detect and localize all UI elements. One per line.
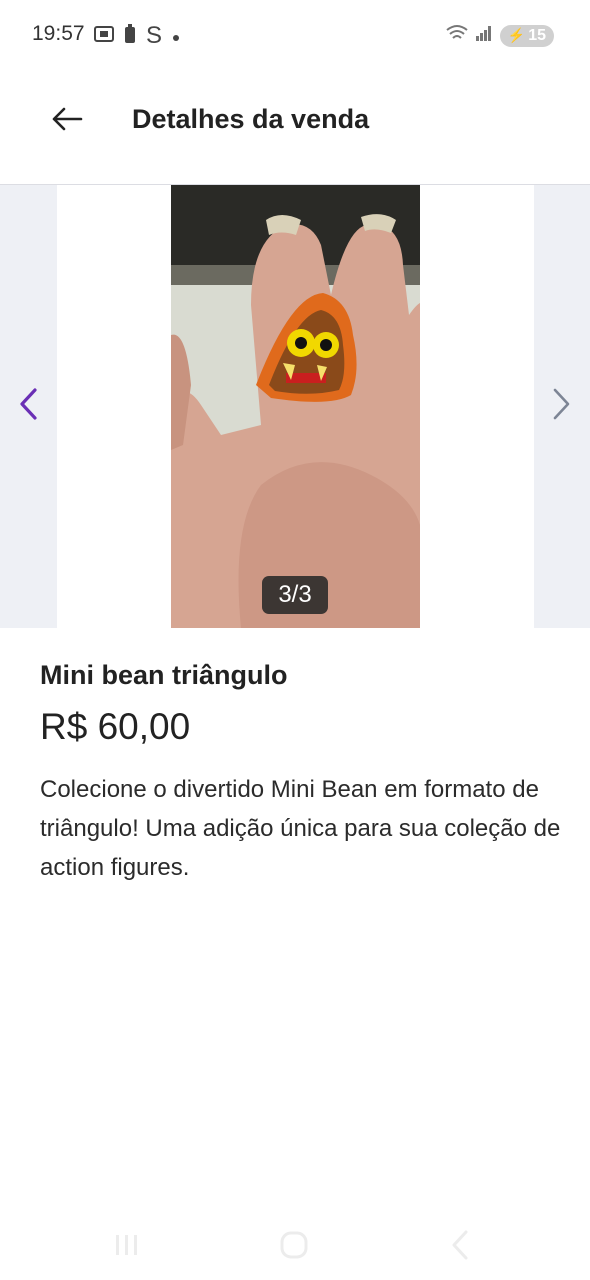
toy-figure-photo [171, 185, 420, 628]
product-name: Mini bean triângulo [40, 660, 288, 690]
status-time: 19:57 [32, 22, 85, 45]
status-bar: 19:57 S ⚡ 15 [0, 0, 590, 70]
carousel-next-button[interactable] [542, 383, 582, 429]
chevron-left-icon [17, 387, 39, 426]
recents-button[interactable] [105, 1225, 149, 1269]
back-icon [448, 1229, 472, 1266]
battery-saver-icon [124, 23, 136, 49]
status-right-icons: ⚡ 15 [446, 24, 554, 47]
product-description: Colecione o divertido Mini Bean em forma… [40, 776, 561, 881]
image-carousel[interactable]: 3/3 [0, 185, 590, 628]
image-counter-badge: 3/3 [262, 576, 328, 614]
home-button[interactable] [272, 1225, 316, 1269]
battery-indicator: ⚡ 15 [499, 24, 554, 47]
home-icon [279, 1230, 309, 1265]
battery-level: 15 [528, 26, 546, 44]
status-left-icons: S [94, 22, 180, 50]
s-icon: S [146, 22, 163, 49]
arrow-left-icon [51, 107, 83, 136]
product-photo[interactable] [171, 185, 420, 628]
wifi-icon [446, 24, 468, 47]
recents-icon [112, 1231, 142, 1264]
app-bar: Detalhes da venda [0, 70, 590, 185]
dot-icon [172, 26, 180, 47]
chevron-right-icon [551, 387, 573, 426]
carousel-prev-button[interactable] [8, 383, 48, 429]
back-button[interactable] [44, 98, 90, 144]
system-nav-bar [0, 1205, 590, 1280]
page-title: Detalhes da venda [132, 104, 370, 134]
charging-icon: ⚡ [507, 27, 526, 43]
product-price: R$ 60,00 [40, 706, 191, 747]
screenshot-icon [94, 25, 114, 48]
cell-signal-icon [475, 25, 492, 46]
system-back-button[interactable] [438, 1225, 482, 1269]
